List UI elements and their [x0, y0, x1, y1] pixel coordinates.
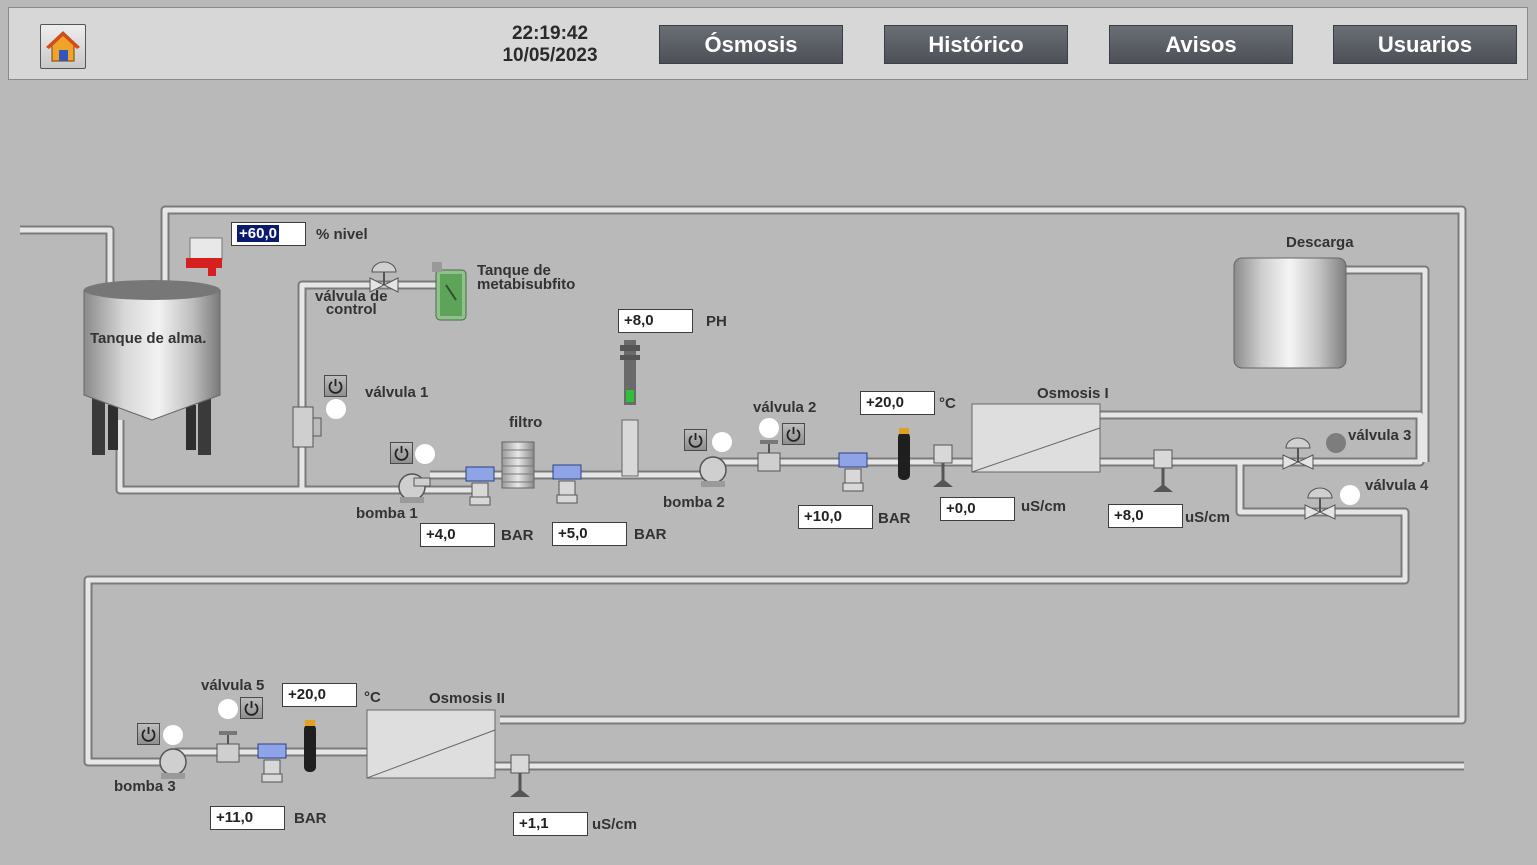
level-sensor-icon — [186, 237, 223, 276]
power-icon — [328, 379, 343, 394]
valve-2-power-button[interactable] — [782, 423, 805, 445]
pump-3-status-led — [163, 725, 183, 745]
level-value: +60,0 — [237, 225, 279, 242]
conductivity-osmosis-2-unit: uS/cm — [592, 816, 638, 833]
level-unit: % nivel — [316, 226, 368, 243]
temp-osmosis-1-unit: °C — [939, 395, 956, 412]
conductivity-osmosis-1-out-field[interactable]: +8,0 — [1108, 504, 1183, 528]
metabisulfite-tank-label: Tanque de metabisubfito — [477, 263, 576, 293]
valve-2-status-led — [759, 418, 779, 438]
temp-osmosis-2-unit: °C — [364, 689, 381, 706]
filter-label: filtro — [509, 414, 543, 431]
valve-4-label: válvula 4 — [1365, 477, 1429, 494]
ph-probe-icon — [620, 340, 640, 477]
temp-osmosis-2-field[interactable]: +20,0 — [282, 683, 357, 707]
pressure-filter-in-unit: BAR — [501, 527, 534, 544]
control-valve-label-line2: control — [325, 301, 377, 318]
valve-4-status-led — [1340, 485, 1360, 505]
discharge-label: Descarga — [1286, 234, 1354, 251]
pressure-transmitter-icons — [257, 452, 868, 783]
pump-1-status-led — [415, 444, 435, 464]
valve-5-icon — [216, 731, 240, 763]
power-icon — [244, 701, 259, 716]
conductivity-osmosis-1-out-unit: uS/cm — [1185, 509, 1231, 526]
pump-3-icon — [159, 748, 187, 779]
valve-5-status-led — [218, 699, 238, 719]
temp-osmosis-1-field[interactable]: +20,0 — [860, 391, 935, 415]
discharge-tank-icon — [1233, 257, 1347, 369]
metabisulfite-tank-icon — [432, 262, 467, 321]
storage-tank-icon — [83, 280, 221, 455]
valve-1-icon — [292, 406, 322, 448]
metabisulfite-label-line2: metabisubfito — [477, 276, 576, 293]
ph-unit: PH — [706, 313, 727, 330]
valve-3-status-led — [1326, 433, 1346, 453]
valve-1-power-button[interactable] — [324, 375, 347, 397]
valve-5-label: válvula 5 — [201, 677, 265, 694]
pressure-osmosis-1-field[interactable]: +10,0 — [798, 505, 873, 529]
osmosis-1-label: Osmosis I — [1037, 385, 1109, 402]
power-icon — [141, 727, 156, 742]
pump-2-status-led — [712, 432, 732, 452]
conductivity-osmosis-2-field[interactable]: +1,1 — [513, 812, 588, 836]
pump-2-label: bomba 2 — [663, 494, 725, 511]
conductivity-osmosis-1-in-field[interactable]: +0,0 — [940, 497, 1015, 521]
valve-2-label: válvula 2 — [753, 399, 817, 416]
pump-1-icon — [398, 473, 431, 503]
valve-3-label: válvula 3 — [1348, 427, 1412, 444]
pump-2-power-button[interactable] — [684, 429, 707, 451]
pump-2-icon — [699, 456, 727, 487]
valve-1-label: válvula 1 — [365, 384, 429, 401]
pressure-osmosis-1-unit: BAR — [878, 510, 911, 527]
control-valve-label: válvula de control — [315, 289, 388, 318]
valve-1-status-led — [326, 399, 346, 419]
pump-3-label: bomba 3 — [114, 778, 176, 795]
osmosis-2-label: Osmosis II — [429, 690, 505, 707]
pressure-filter-out-unit: BAR — [634, 526, 667, 543]
valve-2-icon — [757, 440, 781, 472]
storage-tank-label: Tanque de alma. — [90, 330, 207, 347]
conductivity-osmosis-1-in-unit: uS/cm — [1021, 498, 1067, 515]
pump-3-power-button[interactable] — [137, 723, 160, 745]
osmosis-1-unit-icon — [971, 403, 1101, 473]
pressure-filter-in-field[interactable]: +4,0 — [420, 523, 495, 547]
pressure-osmosis-2-field[interactable]: +11,0 — [210, 806, 285, 830]
pump-1-label: bomba 1 — [356, 505, 418, 522]
pump-1-power-button[interactable] — [390, 442, 413, 464]
power-icon — [394, 446, 409, 461]
pressure-osmosis-2-unit: BAR — [294, 810, 327, 827]
power-icon — [786, 427, 801, 442]
level-value-field[interactable]: +60,0 — [231, 222, 306, 246]
pressure-filter-out-field[interactable]: +5,0 — [552, 522, 627, 546]
valve-5-power-button[interactable] — [240, 697, 263, 719]
ph-value-field[interactable]: +8,0 — [618, 309, 693, 333]
power-icon — [688, 433, 703, 448]
osmosis-2-unit-icon — [366, 709, 496, 779]
filter-icon — [501, 441, 535, 489]
conductivity-sensor-icons — [510, 444, 1173, 797]
